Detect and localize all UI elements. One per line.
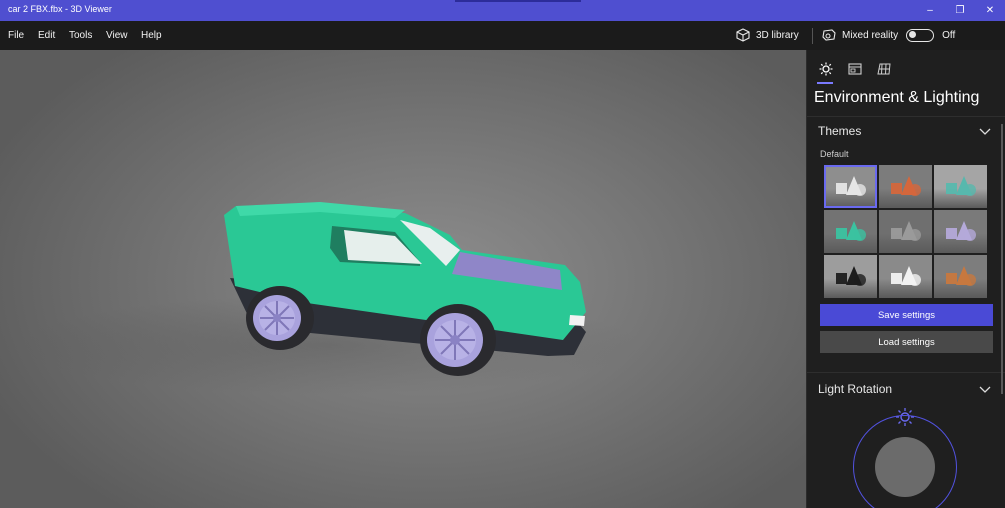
close-button[interactable]: ✕: [975, 0, 1005, 21]
light-rotation-chevron-down-icon[interactable]: [979, 386, 991, 394]
front-wheel: [420, 304, 496, 376]
menu-help[interactable]: Help: [141, 30, 162, 41]
tab-stats-shading[interactable]: [844, 58, 866, 80]
theme-preview-icon: [946, 266, 976, 286]
library-button[interactable]: 3D library: [736, 28, 799, 42]
mixed-reality-toggle[interactable]: [906, 28, 935, 42]
theme-selected-label: Default: [820, 149, 849, 159]
theme-preview-icon: [891, 221, 921, 241]
headset-icon: [822, 29, 836, 41]
theme-preview-icon: [946, 221, 976, 241]
theme-preview-icon: [836, 266, 866, 286]
theme-white[interactable]: [824, 165, 877, 208]
mixed-reality-label: Mixed reality: [842, 29, 899, 41]
car-model[interactable]: [0, 50, 806, 508]
theme-grid: [824, 165, 987, 298]
load-settings-button[interactable]: Load settings: [820, 331, 993, 353]
panel-tabs: [815, 58, 902, 84]
menu-view[interactable]: View: [106, 30, 128, 41]
theme-gray[interactable]: [879, 210, 932, 253]
light-rotation-sphere[interactable]: [875, 437, 935, 497]
sun-icon: [819, 62, 833, 76]
save-settings-button[interactable]: Save settings: [820, 304, 993, 326]
section-divider: [807, 372, 1005, 373]
tab-environment-lighting[interactable]: [815, 58, 837, 84]
themes-chevron-down-icon[interactable]: [979, 128, 991, 136]
section-divider: [807, 116, 1005, 117]
theme-teal[interactable]: [934, 165, 987, 208]
toggle-state-label: Off: [942, 29, 956, 41]
title-bar: car 2 FBX.fbx - 3D Viewer – ❐ ✕: [0, 0, 1005, 21]
side-panel: Environment & Lighting Themes Default Sa…: [806, 50, 1005, 508]
cube-icon: [736, 28, 750, 42]
panel-heading: Environment & Lighting: [814, 89, 980, 106]
theme-preview-icon: [891, 266, 921, 286]
mixed-reality-control: Mixed reality Off: [822, 28, 955, 42]
themes-section-title[interactable]: Themes: [818, 124, 861, 138]
tab-grid-views[interactable]: [873, 58, 895, 80]
menu-edit[interactable]: Edit: [38, 30, 55, 41]
grid-icon: [877, 63, 891, 75]
theme-dark[interactable]: [824, 255, 877, 298]
library-label: 3D library: [756, 29, 799, 41]
menu-bar: File Edit Tools View Help 3D library Mix…: [0, 21, 1005, 50]
theme-green[interactable]: [824, 210, 877, 253]
car-headlight: [569, 315, 585, 326]
toolbar-divider: [812, 28, 813, 44]
theme-preview-icon: [891, 176, 921, 196]
rear-wheel: [246, 286, 314, 350]
theme-preview-icon: [836, 221, 866, 241]
window-title: car 2 FBX.fbx - 3D Viewer: [8, 4, 112, 14]
theme-preview-icon: [836, 176, 866, 196]
restore-button[interactable]: ❐: [945, 0, 975, 21]
minimize-button[interactable]: –: [915, 0, 945, 21]
light-rotation-title[interactable]: Light Rotation: [818, 382, 892, 396]
theme-lavender[interactable]: [934, 210, 987, 253]
panel-scrollbar[interactable]: [1001, 124, 1003, 394]
display-icon: [848, 63, 862, 75]
title-accent-strip: [455, 0, 581, 2]
theme-orange[interactable]: [879, 165, 932, 208]
theme-sunset[interactable]: [934, 255, 987, 298]
theme-bright[interactable]: [879, 255, 932, 298]
3d-viewport[interactable]: [0, 50, 806, 508]
menu-file[interactable]: File: [8, 30, 24, 41]
theme-preview-icon: [946, 176, 976, 196]
menu-tools[interactable]: Tools: [69, 30, 92, 41]
